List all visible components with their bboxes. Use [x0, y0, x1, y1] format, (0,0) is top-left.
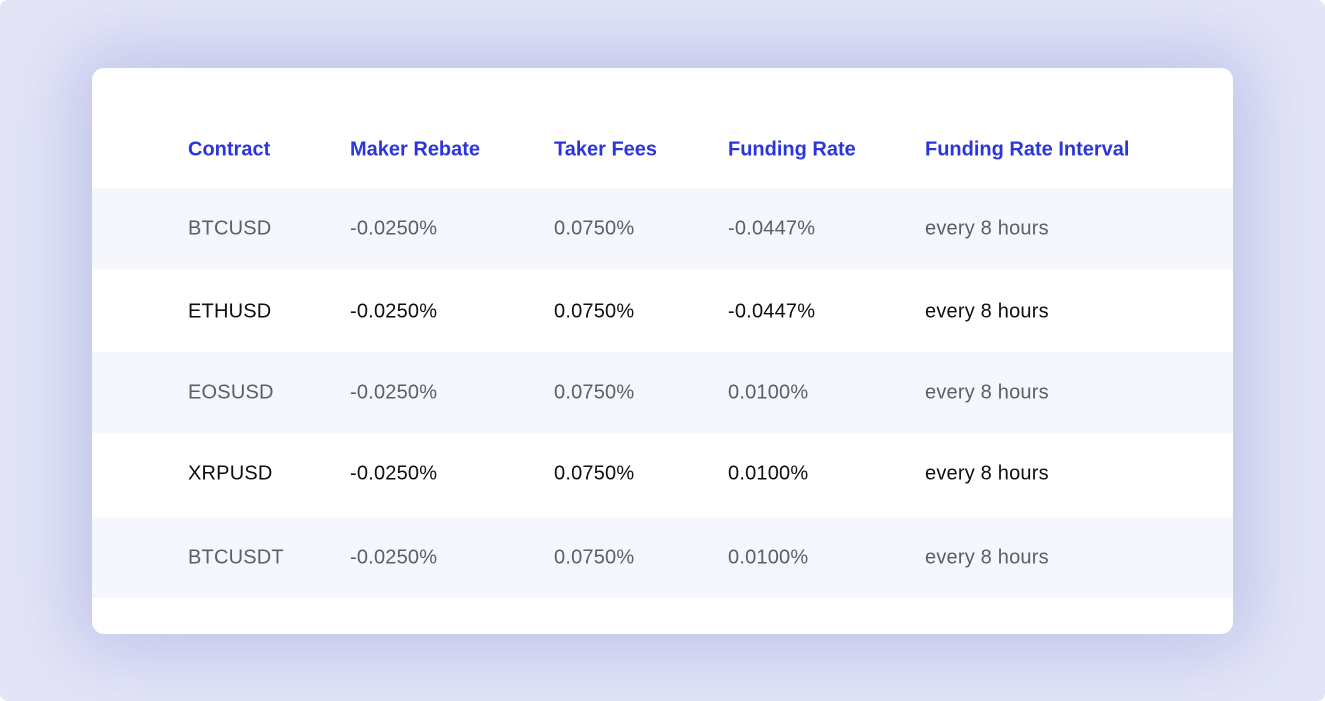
cell-taker-fees: 0.0750%: [554, 462, 635, 484]
cell-funding-rate: 0.0100%: [728, 381, 809, 403]
cell-contract: BTCUSDT: [188, 546, 284, 568]
column-header-taker-fees: Taker Fees: [554, 138, 658, 161]
table-row: EOSUSD -0.0250% 0.0750% 0.0100% every 8 …: [92, 352, 1233, 433]
cell-funding-rate-interval: every 8 hours: [925, 381, 1049, 403]
cell-taker-fees: 0.0750%: [554, 217, 635, 239]
column-header-funding-rate: Funding Rate: [728, 138, 856, 161]
cell-maker-rebate: -0.0250%: [350, 381, 438, 403]
cell-funding-rate: 0.0100%: [728, 546, 809, 568]
cell-funding-rate-interval: every 8 hours: [925, 546, 1049, 568]
column-header-funding-rate-interval: Funding Rate Interval: [925, 138, 1130, 161]
cell-maker-rebate: -0.0250%: [350, 300, 438, 322]
table-row: BTCUSD -0.0250% 0.0750% -0.0447% every 8…: [92, 188, 1233, 269]
contracts-table-card: Contract Maker Rebate Taker Fees Funding…: [92, 68, 1233, 634]
cell-contract: BTCUSD: [188, 217, 272, 239]
table-row: XRPUSD -0.0250% 0.0750% 0.0100% every 8 …: [92, 433, 1233, 514]
column-header-maker-rebate: Maker Rebate: [350, 138, 481, 161]
cell-funding-rate: -0.0447%: [728, 217, 816, 239]
cell-funding-rate-interval: every 8 hours: [925, 462, 1049, 484]
column-header-contract: Contract: [188, 138, 271, 161]
cell-funding-rate-interval: every 8 hours: [925, 300, 1049, 322]
cell-funding-rate: 0.0100%: [728, 462, 809, 484]
cell-contract: ETHUSD: [188, 300, 272, 322]
cell-maker-rebate: -0.0250%: [350, 217, 438, 239]
table-header-row: Contract Maker Rebate Taker Fees Funding…: [92, 126, 1233, 174]
cell-contract: EOSUSD: [188, 381, 274, 403]
table-row: ETHUSD -0.0250% 0.0750% -0.0447% every 8…: [92, 271, 1233, 352]
cell-maker-rebate: -0.0250%: [350, 462, 438, 484]
cell-taker-fees: 0.0750%: [554, 546, 635, 568]
cell-funding-rate: -0.0447%: [728, 300, 816, 322]
cell-funding-rate-interval: every 8 hours: [925, 217, 1049, 239]
cell-taker-fees: 0.0750%: [554, 300, 635, 322]
cell-contract: XRPUSD: [188, 462, 273, 484]
cell-taker-fees: 0.0750%: [554, 381, 635, 403]
page-backdrop: Contract Maker Rebate Taker Fees Funding…: [0, 0, 1325, 701]
cell-maker-rebate: -0.0250%: [350, 546, 438, 568]
table-row: BTCUSDT -0.0250% 0.0750% 0.0100% every 8…: [92, 517, 1233, 598]
